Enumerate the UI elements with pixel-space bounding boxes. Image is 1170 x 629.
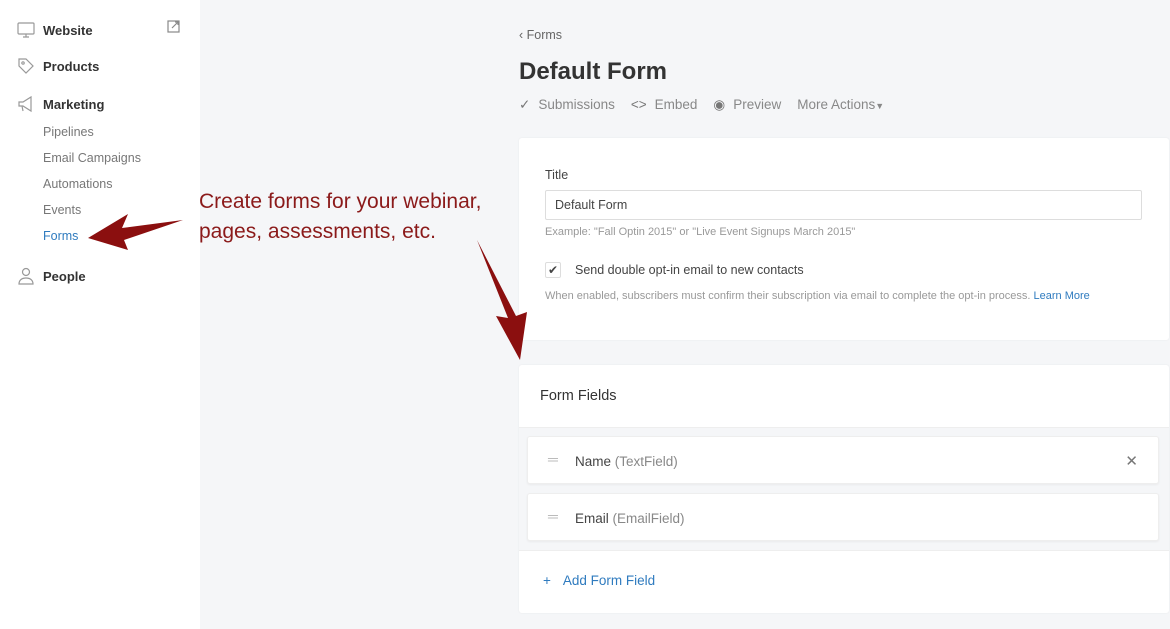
embed-tab[interactable]: <> Embed — [631, 97, 698, 113]
form-field-row[interactable]: ═ Name (TextField) ✕ — [527, 436, 1159, 484]
form-fields-heading: Form Fields — [540, 388, 617, 404]
more-actions-dropdown[interactable]: More Actions▼ — [797, 97, 884, 113]
monitor-icon — [17, 22, 35, 38]
remove-field-icon[interactable]: ✕ — [1125, 452, 1138, 470]
title-hint: Example: "Fall Optin 2015" or "Live Even… — [545, 226, 856, 238]
plus-icon: + — [543, 573, 551, 588]
form-fields-card: Form Fields + Add Form Field — [519, 365, 1169, 613]
sidebar-item-automations[interactable]: Automations — [43, 177, 112, 191]
title-label: Title — [545, 168, 569, 182]
double-optin-label: Send double opt-in email to new contacts — [575, 263, 804, 277]
sidebar-item-email-campaigns[interactable]: Email Campaigns — [43, 151, 141, 165]
sidebar-item-website[interactable]: Website — [17, 21, 93, 39]
submissions-tab[interactable]: ✓ Submissions — [519, 97, 615, 113]
back-link-forms[interactable]: ‹ Forms — [519, 28, 562, 42]
drag-handle-icon[interactable]: ═ — [548, 451, 558, 467]
code-icon: <> — [630, 97, 647, 112]
page-title: Default Form — [519, 58, 668, 85]
settings-card: Title Example: "Fall Optin 2015" or "Liv… — [519, 138, 1169, 340]
megaphone-icon — [18, 95, 32, 113]
sidebar-item-forms[interactable]: Forms — [43, 229, 78, 243]
sidebar-item-people[interactable]: People — [17, 267, 86, 285]
double-optin-hint: When enabled, subscribers must confirm t… — [545, 290, 1031, 302]
annotation-text: Create forms for your webinar, pages, ass… — [199, 190, 482, 243]
person-icon — [18, 267, 34, 285]
caret-down-icon: ▼ — [875, 101, 885, 111]
sidebar: Website Products Marketing Pipelines Ema… — [0, 0, 200, 629]
chevron-left-icon: ‹ — [519, 28, 527, 42]
title-input[interactable] — [545, 190, 1142, 220]
sidebar-item-events[interactable]: Events — [43, 203, 81, 217]
form-field-row[interactable]: ═ Email (EmailField) — [527, 493, 1159, 541]
check-icon: ✓ — [519, 97, 531, 112]
eye-icon: ◉ — [713, 97, 726, 112]
sidebar-item-products[interactable]: Products — [17, 57, 99, 75]
learn-more-link[interactable]: Learn More — [1034, 290, 1090, 302]
external-link-icon[interactable] — [167, 20, 180, 33]
sidebar-item-pipelines[interactable]: Pipelines — [43, 125, 94, 139]
add-form-field-button[interactable]: + Add Form Field — [543, 573, 655, 588]
sidebar-item-marketing[interactable]: Marketing — [17, 95, 104, 113]
drag-handle-icon[interactable]: ═ — [548, 508, 558, 524]
tag-icon — [18, 58, 34, 74]
double-optin-checkbox[interactable]: ✔ — [545, 262, 561, 278]
preview-tab[interactable]: ◉ Preview — [713, 97, 781, 113]
